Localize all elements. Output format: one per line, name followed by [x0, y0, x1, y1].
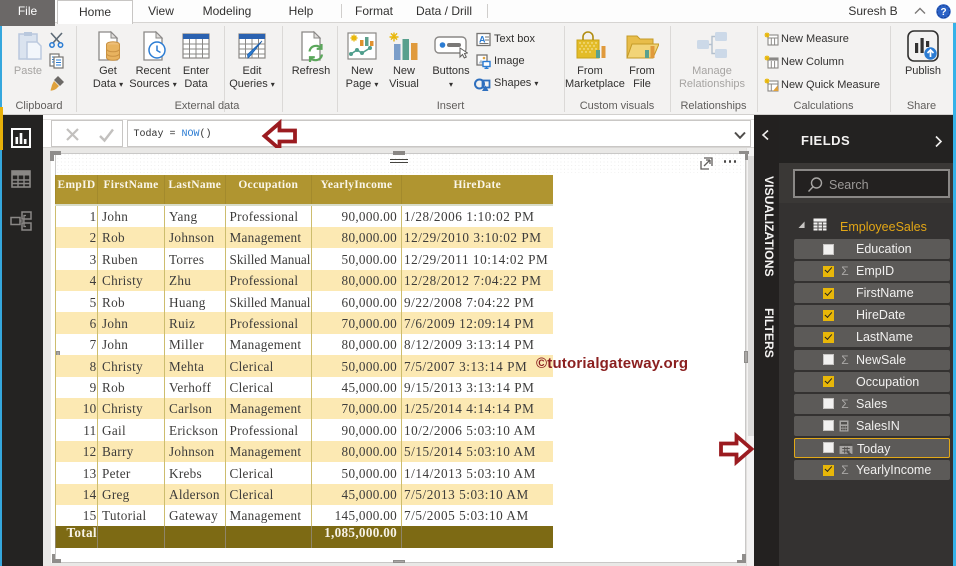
svg-text:?: ? — [940, 7, 946, 18]
